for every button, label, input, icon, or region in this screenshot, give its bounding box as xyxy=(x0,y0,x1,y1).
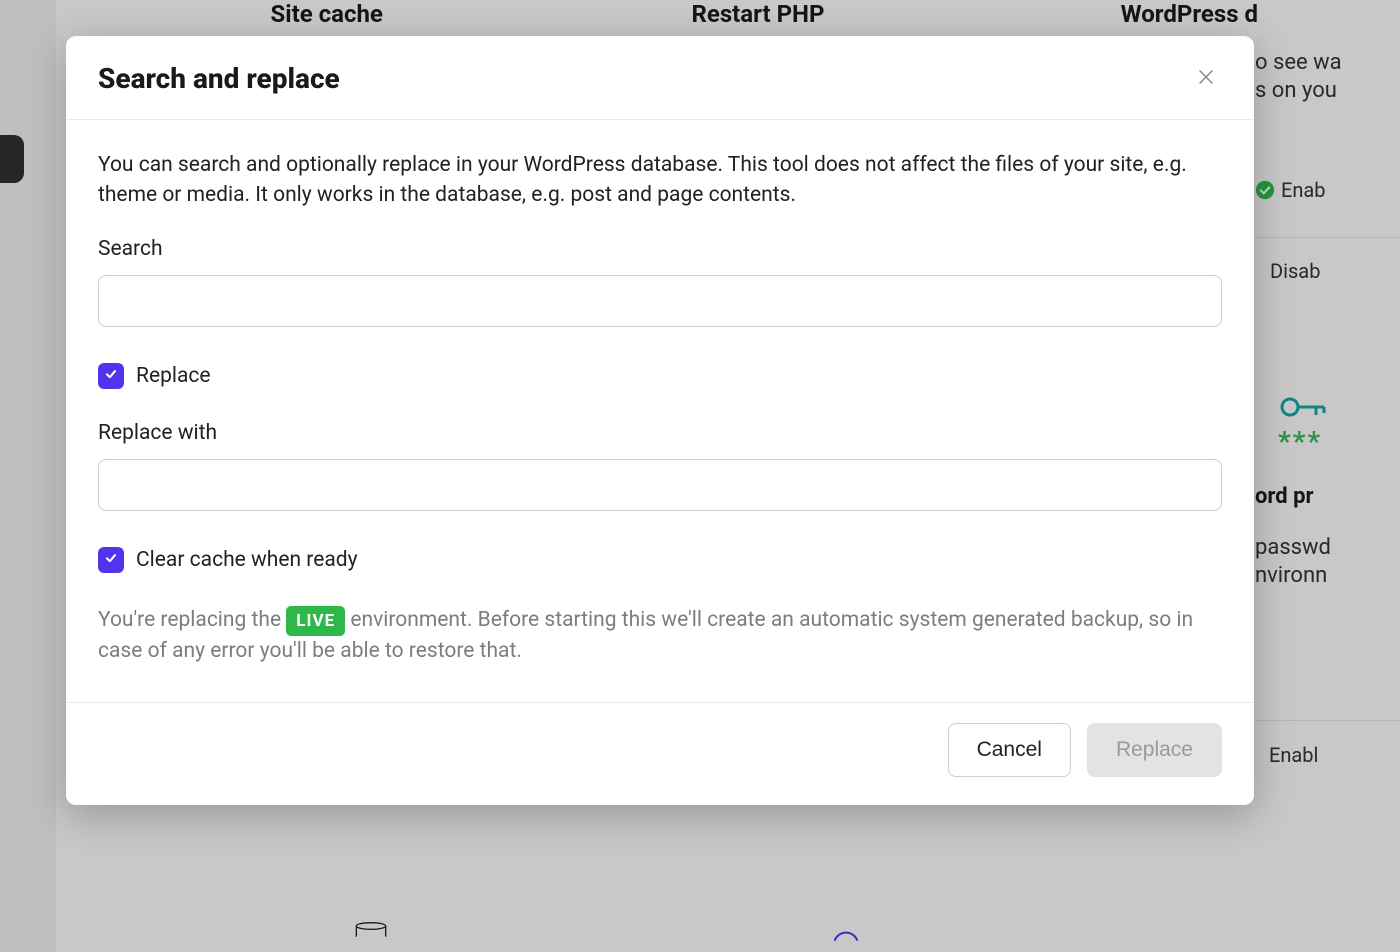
close-icon xyxy=(1197,68,1215,89)
search-input[interactable] xyxy=(98,275,1222,327)
note-prefix: You're replacing the xyxy=(98,608,286,632)
search-replace-modal: Search and replace You can search and op… xyxy=(66,36,1254,805)
replace-checkbox-row: Replace xyxy=(98,363,1222,389)
clear-cache-checkbox-label: Clear cache when ready xyxy=(136,548,358,572)
clear-cache-checkbox[interactable] xyxy=(98,547,124,573)
cancel-button[interactable]: Cancel xyxy=(948,723,1071,777)
check-icon xyxy=(104,366,118,385)
modal-body: You can search and optionally replace in… xyxy=(66,120,1254,702)
search-label: Search xyxy=(98,237,1222,261)
replace-with-label: Replace with xyxy=(98,421,1222,445)
clear-cache-checkbox-row: Clear cache when ready xyxy=(98,547,1222,573)
modal-intro-text: You can search and optionally replace in… xyxy=(98,150,1222,211)
replace-checkbox[interactable] xyxy=(98,363,124,389)
modal-footer: Cancel Replace xyxy=(66,702,1254,805)
modal-header: Search and replace xyxy=(66,36,1254,120)
check-icon xyxy=(104,550,118,569)
replace-button[interactable]: Replace xyxy=(1087,723,1222,777)
replace-with-input[interactable] xyxy=(98,459,1222,511)
close-button[interactable] xyxy=(1190,63,1222,95)
modal-title: Search and replace xyxy=(98,62,340,95)
replace-checkbox-label: Replace xyxy=(136,364,211,388)
environment-note: You're replacing the LIVE environment. B… xyxy=(98,605,1222,668)
live-badge: LIVE xyxy=(286,606,345,637)
